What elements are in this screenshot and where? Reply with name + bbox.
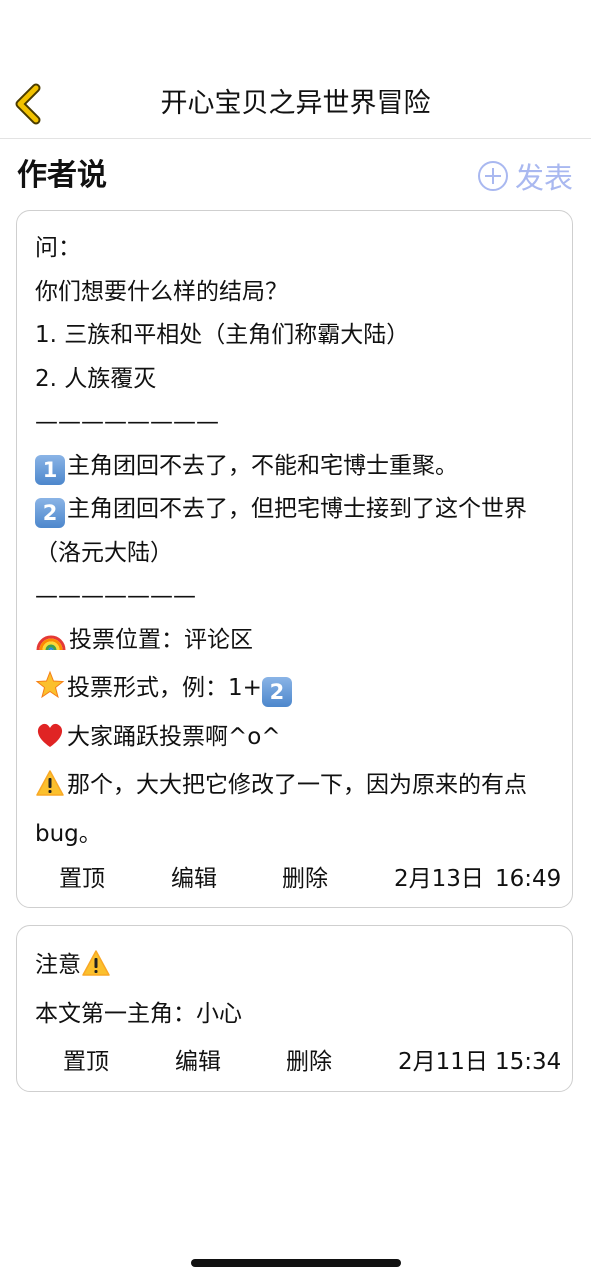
note-line: 2 主角团回不去了，但把宅博士接到了这个世界（洛元大陆）: [35, 488, 558, 575]
note-line: 问：: [35, 235, 81, 261]
note-line: 注意: [35, 944, 558, 993]
publish-button[interactable]: 发表: [477, 156, 573, 196]
delete-button[interactable]: 删除: [282, 859, 328, 899]
edit-button[interactable]: 编辑: [175, 1042, 221, 1082]
section-title: 作者说: [17, 158, 107, 193]
note-actions: 置顶 编辑 删除 2月11日 15:34: [17, 1042, 572, 1082]
rainbow-icon: [35, 622, 67, 668]
note-line: 你们想要什么样的结局？: [35, 278, 288, 305]
note-date: 2月11日: [398, 1049, 488, 1075]
red-heart-icon: [35, 721, 65, 765]
note-line-text: 注意: [35, 952, 81, 978]
keycap-one-icon: 1: [35, 454, 65, 485]
note-line: 投票位置：评论区: [35, 619, 558, 668]
note-line: 2. 人族覆灭: [35, 365, 157, 392]
warning-icon: [81, 949, 111, 993]
glowing-star-icon: [35, 670, 65, 716]
note-line-text: 主角团回不去了，但把宅博士接到了这个世界（洛元大陆）: [35, 496, 527, 566]
note-divider: ————————: [35, 409, 219, 435]
note-line-text: 投票形式，例：1+: [67, 675, 262, 701]
delete-button[interactable]: 删除: [286, 1042, 332, 1082]
pin-button[interactable]: 置顶: [59, 859, 105, 899]
add-circle-icon: [477, 161, 508, 191]
note-line-text: 投票位置：评论区: [69, 626, 253, 653]
top-navigation-bar: 开心宝贝之异世界冒险: [0, 70, 591, 139]
note-line: 那个，大大把它修改了一下，因为原来的有点bug。: [35, 764, 558, 856]
author-note-card: 问： 你们想要什么样的结局？ 1. 三族和平相处（主角们称霸大陆） 2. 人族覆…: [16, 210, 573, 908]
author-note-card: 注意 本文第一主角：小心 置顶 编辑 删除 2月11日 15:34: [16, 925, 573, 1092]
note-line-text: 大家踊跃投票啊^o^: [67, 723, 281, 750]
keycap-two-icon: 2: [261, 677, 292, 707]
keycap-two-icon: 2: [35, 498, 65, 528]
note-line: 1. 三族和平相处（主角们称霸大陆）: [35, 322, 410, 348]
note-line-text: 主角团回不去了，不能和宅博士重聚。: [67, 452, 458, 479]
note-line: 本文第一主角：小心: [35, 1000, 242, 1027]
note-line-text: 那个，大大把它修改了一下，因为原来的有点bug。: [35, 772, 527, 847]
note-date: 2月13日: [394, 866, 484, 892]
note-time: 15:34: [495, 1049, 562, 1075]
note-actions: 置顶 编辑 删除 2月13日 16:49: [17, 859, 572, 899]
warning-icon: [35, 769, 65, 813]
note-time: 16:49: [495, 866, 562, 892]
page-title: 开心宝贝之异世界冒险: [160, 88, 431, 119]
pin-button[interactable]: 置顶: [63, 1042, 109, 1082]
note-content: 问： 你们想要什么样的结局？ 1. 三族和平相处（主角们称霸大陆） 2. 人族覆…: [35, 227, 558, 856]
note-content: 注意 本文第一主角：小心: [35, 944, 558, 1036]
edit-button[interactable]: 编辑: [171, 859, 217, 899]
note-line: 投票形式，例：1+ 2: [35, 667, 558, 716]
note-line: 1 主角团回不去了，不能和宅博士重聚。: [35, 445, 558, 489]
home-indicator: [191, 1259, 401, 1267]
note-line: 大家踊跃投票啊^o^: [35, 716, 558, 765]
publish-label: 发表: [514, 161, 573, 195]
note-divider: ———————: [35, 583, 196, 609]
